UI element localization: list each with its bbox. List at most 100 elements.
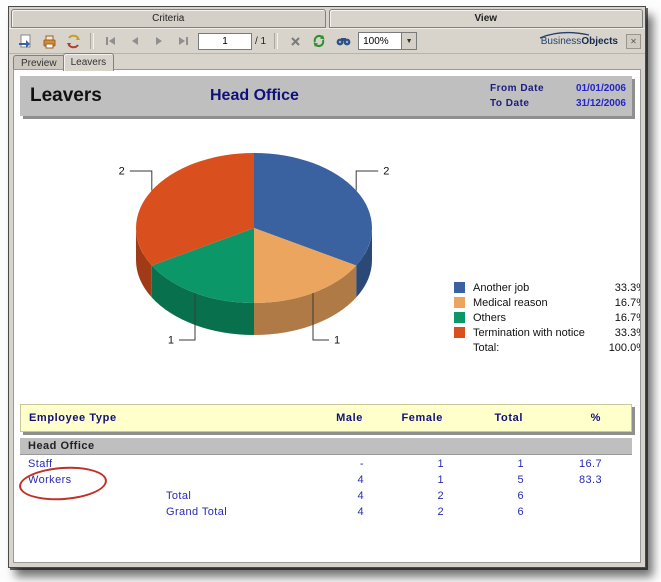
- legend-total-row: Total:100.0%: [454, 340, 641, 355]
- tab-criteria[interactable]: Criteria: [11, 9, 326, 28]
- legend-item: Others16.7%: [454, 310, 641, 325]
- legend-item: Medical reason16.7%: [454, 295, 641, 310]
- row-label[interactable]: Staff: [20, 458, 286, 470]
- pie-callout-value: 2: [119, 166, 125, 178]
- refresh-icon: [312, 34, 326, 48]
- cell-male: 4: [286, 490, 364, 502]
- from-date-value: 01/01/2006: [552, 83, 626, 94]
- zoom-value: 100%: [359, 36, 401, 47]
- legend-swatch-icon: [454, 282, 465, 293]
- zoom-dropdown-arrow-icon[interactable]: ▼: [401, 33, 416, 49]
- legend-label: Another job: [473, 282, 602, 294]
- legend-label: Termination with notice: [473, 327, 602, 339]
- page-navigator: / 1: [198, 33, 266, 50]
- column-header: Total: [443, 412, 523, 424]
- row-label[interactable]: Workers: [20, 474, 286, 486]
- zoom-select[interactable]: 100% ▼: [358, 32, 417, 50]
- viewer-toolbar: / 1 100% ▼ BusinessObjects ✕: [9, 28, 645, 54]
- cell-pct: 16.7: [524, 458, 602, 470]
- cell-female: 1: [364, 458, 444, 470]
- toolbar-separator: [90, 33, 94, 49]
- page-total-label: / 1: [255, 36, 266, 47]
- pie-chart: 2 1 1 2: [14, 128, 434, 368]
- print-icon: [42, 34, 57, 49]
- next-page-icon: [154, 36, 164, 46]
- first-page-icon: [105, 36, 117, 46]
- table-header-row: Employee TypeMaleFemaleTotal%: [20, 404, 632, 432]
- table-row: Total426: [20, 488, 632, 504]
- refresh-data-button[interactable]: [62, 31, 84, 51]
- toolbar-close-button[interactable]: ✕: [626, 34, 641, 49]
- print-button[interactable]: [38, 31, 60, 51]
- report-canvas: Leavers Head Office From Date 01/01/2006…: [13, 69, 641, 563]
- screenshot-stage: Criteria View: [0, 0, 661, 582]
- summary-table: Employee TypeMaleFemaleTotal% Head Offic…: [20, 404, 632, 520]
- cell-male: 4: [286, 474, 364, 486]
- first-page-button[interactable]: [100, 31, 122, 51]
- chart-legend: Another job33.3%Medical reason16.7%Other…: [454, 280, 641, 355]
- row-label[interactable]: Grand Total: [20, 506, 286, 518]
- table-row: Workers41583.3: [20, 472, 632, 488]
- legend-label: Medical reason: [473, 297, 602, 309]
- find-binoculars-icon: [336, 35, 351, 47]
- last-page-icon: [177, 36, 189, 46]
- column-header: Female: [363, 412, 443, 424]
- legend-item: Another job33.3%: [454, 280, 641, 295]
- last-page-button[interactable]: [172, 31, 194, 51]
- refresh-data-icon: [66, 34, 81, 49]
- page-number-input[interactable]: [198, 33, 252, 50]
- pie-callout-value: 1: [168, 335, 174, 347]
- cell-total: 6: [444, 490, 524, 502]
- column-header: %: [523, 412, 601, 424]
- cell-pct: 83.3: [524, 474, 602, 486]
- column-header: Employee Type: [21, 412, 285, 424]
- cell-female: 1: [364, 474, 444, 486]
- legend-label: Others: [473, 312, 602, 324]
- cell-total: 5: [444, 474, 524, 486]
- tab-view[interactable]: View: [329, 9, 644, 28]
- legend-total-value: 100.0%: [602, 342, 641, 354]
- from-date-label: From Date: [490, 83, 544, 94]
- find-button[interactable]: [332, 31, 354, 51]
- businessobjects-logo: BusinessObjects: [541, 36, 618, 47]
- pie-chart-area: 2112 Another job33.3%Medical reason16.7%…: [14, 128, 640, 378]
- table-row: Grand Total426: [20, 504, 632, 520]
- report-subtitle: Head Office: [210, 87, 299, 105]
- legend-swatch-icon: [454, 327, 465, 338]
- pie-callout-value: 2: [383, 166, 389, 178]
- report-title: Leavers: [30, 85, 210, 107]
- cancel-button[interactable]: [284, 31, 306, 51]
- legend-percent: 33.3%: [602, 282, 641, 294]
- export-button[interactable]: [14, 31, 36, 51]
- export-icon: [18, 34, 33, 49]
- cell-total: 6: [444, 506, 524, 518]
- cell-male: -: [286, 458, 364, 470]
- legend-percent: 16.7%: [602, 312, 641, 324]
- refresh-button[interactable]: [308, 31, 330, 51]
- legend-swatch-spacer: [454, 342, 465, 353]
- legend-percent: 33.3%: [602, 327, 641, 339]
- row-label[interactable]: Total: [20, 490, 286, 502]
- cell-female: 2: [364, 490, 444, 502]
- column-header: Male: [285, 412, 363, 424]
- legend-total-label: Total:: [473, 342, 602, 354]
- legend-item: Termination with notice33.3%: [454, 325, 641, 340]
- to-date-label: To Date: [490, 98, 544, 109]
- pie-callout-value: 1: [334, 335, 340, 347]
- table-body: Staff-1116.7Workers41583.3Total426Grand …: [20, 456, 632, 520]
- main-tabstrip: Criteria View: [9, 7, 645, 28]
- report-date-range: From Date 01/01/2006 To Date 31/12/2006: [490, 83, 626, 109]
- prev-page-button[interactable]: [124, 31, 146, 51]
- prev-page-icon: [130, 36, 140, 46]
- cell-female: 2: [364, 506, 444, 518]
- legend-swatch-icon: [454, 297, 465, 308]
- legend-percent: 16.7%: [602, 297, 641, 309]
- logo-swoosh-icon: [539, 31, 591, 39]
- table-row: Staff-1116.7: [20, 456, 632, 472]
- subtab-leavers[interactable]: Leavers: [63, 53, 115, 71]
- legend-swatch-icon: [454, 312, 465, 323]
- next-page-button[interactable]: [148, 31, 170, 51]
- cell-male: 4: [286, 506, 364, 518]
- report-viewer-window: Criteria View: [8, 6, 646, 568]
- cancel-icon: [290, 36, 301, 47]
